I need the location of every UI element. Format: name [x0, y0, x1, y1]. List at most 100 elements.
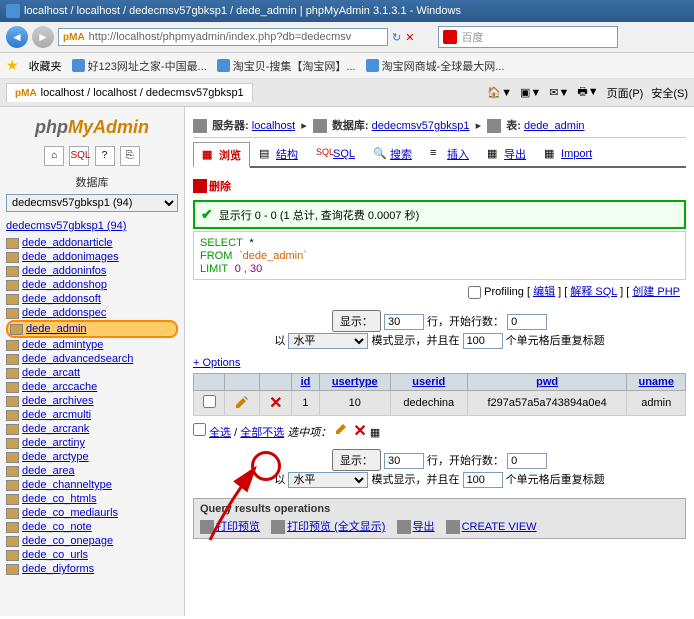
browser-tab[interactable]: pMA localhost / localhost / dedecmsv57gb… — [6, 83, 253, 102]
sidebar-table-item[interactable]: dede_co_note — [6, 520, 178, 534]
database-link[interactable]: dedecmsv57gbksp1 — [372, 120, 470, 132]
sidebar-table-item[interactable]: dede_addonarticle — [6, 236, 178, 250]
start-row-input-bottom[interactable] — [507, 453, 547, 469]
mode-select-bottom[interactable]: 水平 — [288, 472, 368, 488]
fav-item-1[interactable]: 淘宝贝-搜集【淘宝网】... — [217, 58, 356, 74]
sidebar-table-item[interactable]: dede_arcrank — [6, 422, 178, 436]
nav-forward-button[interactable]: ► — [32, 26, 54, 48]
sidebar-table-item[interactable]: dede_co_htmls — [6, 492, 178, 506]
tab-insert[interactable]: ≡插入 — [421, 142, 478, 166]
bulk-export-icon[interactable]: ▦ — [370, 427, 380, 439]
sidebar-table-item[interactable]: dede_arctype — [6, 450, 178, 464]
start-row-input[interactable] — [507, 314, 547, 330]
col-userid[interactable]: userid — [412, 376, 445, 388]
fav-item-2[interactable]: 淘宝网商城-全球最大网... — [366, 58, 505, 74]
sidebar-table-item[interactable]: dede_addonsoft — [6, 292, 178, 306]
browser-tab-bar: pMA localhost / localhost / dedecmsv57gb… — [0, 79, 694, 107]
query-icon[interactable]: ⎘ — [120, 146, 140, 166]
headers-repeat-input-bottom[interactable] — [463, 472, 503, 488]
mail-icon[interactable]: ✉▼ — [549, 86, 569, 99]
select-all-checkbox[interactable] — [193, 423, 206, 436]
table-icon — [6, 280, 19, 291]
col-id[interactable]: id — [301, 376, 311, 388]
print-full-link[interactable]: 打印预览 (全文显示) — [287, 521, 385, 533]
database-link[interactable]: dedecmsv57gbksp1 (94) — [6, 220, 178, 232]
rows-input-bottom[interactable] — [384, 453, 424, 469]
pma-breadcrumb: 服务器: localhost ▸ 数据库: dedecmsv57gbksp1 ▸… — [193, 113, 686, 138]
home-icon[interactable]: 🏠▼ — [487, 86, 512, 99]
tab-sql[interactable]: SQLSQL — [307, 142, 364, 166]
sql-edit-link[interactable]: 编辑 — [533, 286, 555, 298]
mode-select[interactable]: 水平 — [288, 333, 368, 349]
sidebar-table-item[interactable]: dede_area — [6, 464, 178, 478]
docs-icon[interactable]: ? — [95, 146, 115, 166]
favorites-star-icon[interactable]: ★ — [6, 57, 19, 74]
nav-back-button[interactable]: ◄ — [6, 26, 28, 48]
sidebar-table-item[interactable]: dede_admin — [6, 320, 178, 338]
tab-browse[interactable]: ▦浏览 — [193, 142, 250, 168]
col-uname[interactable]: uname — [638, 376, 673, 388]
sidebar-table-item[interactable]: dede_co_onepage — [6, 534, 178, 548]
table-icon — [6, 452, 19, 463]
show-button[interactable]: 显示： — [332, 310, 381, 332]
sidebar-table-item[interactable]: dede_advancedsearch — [6, 352, 178, 366]
print-preview-link[interactable]: 打印预览 — [216, 521, 260, 533]
server-link[interactable]: localhost — [252, 120, 295, 132]
tab-structure[interactable]: ▤结构 — [250, 142, 307, 166]
tab-search[interactable]: 🔍搜索 — [364, 142, 421, 166]
stop-icon[interactable]: ✕ — [405, 31, 414, 44]
table-icon — [6, 508, 19, 519]
profiling-checkbox[interactable] — [468, 286, 481, 299]
pma-tabs: ▦浏览 ▤结构 SQLSQL 🔍搜索 ≡插入 ▦导出 ▦Import — [193, 142, 686, 168]
sql-explain-link[interactable]: 解释 SQL — [570, 286, 617, 298]
url-field[interactable]: pMA http://localhost/phpmyadmin/index.ph… — [58, 28, 388, 46]
unselect-all-link[interactable]: 全部不选 — [240, 427, 284, 439]
row-checkbox[interactable] — [203, 395, 216, 408]
select-all-link[interactable]: 全选 — [209, 427, 231, 439]
sidebar-table-item[interactable]: dede_addonspec — [6, 306, 178, 320]
sql-icon: SQL — [316, 147, 330, 161]
refresh-icon[interactable]: ↻ — [392, 31, 401, 44]
row-delete-icon[interactable]: ✕ — [269, 395, 282, 412]
sidebar-table-item[interactable]: dede_archives — [6, 394, 178, 408]
options-toggle[interactable]: + Options — [193, 357, 686, 369]
rows-input[interactable] — [384, 314, 424, 330]
sidebar-table-item[interactable]: dede_channeltype — [6, 478, 178, 492]
sidebar-table-item[interactable]: dede_addonshop — [6, 278, 178, 292]
sidebar-table-item[interactable]: dede_arcmulti — [6, 408, 178, 422]
feed-icon[interactable]: ▣▼ — [520, 86, 541, 99]
export-link[interactable]: 导出 — [413, 521, 435, 533]
browser-search-box[interactable]: 百度 — [438, 26, 618, 48]
home-icon[interactable]: ⌂ — [44, 146, 64, 166]
create-view-link[interactable]: CREATE VIEW — [462, 521, 537, 533]
sidebar-table-item[interactable]: dede_admintype — [6, 338, 178, 352]
fav-item-0[interactable]: 好123网址之家-中国最... — [72, 58, 207, 74]
col-pwd[interactable]: pwd — [536, 376, 558, 388]
show-button-bottom[interactable]: 显示： — [332, 449, 381, 471]
sidebar-table-item[interactable]: dede_diyforms — [6, 562, 178, 576]
database-select[interactable]: dedecmsv57gbksp1 (94) — [6, 194, 178, 212]
sidebar-table-item[interactable]: dede_arccache — [6, 380, 178, 394]
tab-import[interactable]: ▦Import — [535, 142, 601, 166]
table-link[interactable]: dede_admin — [524, 120, 585, 132]
sql-icon[interactable]: SQL — [69, 146, 89, 166]
sidebar-table-item[interactable]: dede_addoninfos — [6, 264, 178, 278]
sidebar-table-item[interactable]: dede_co_urls — [6, 548, 178, 562]
safety-menu[interactable]: 安全(S) — [651, 85, 688, 101]
table-row: ✕ 1 10 dedechina f297a57a5a743894a0e4 ad… — [194, 391, 686, 416]
ie-icon — [6, 4, 20, 18]
page-menu[interactable]: 页面(P) — [607, 85, 644, 101]
headers-repeat-input[interactable] — [463, 333, 503, 349]
col-usertype[interactable]: usertype — [332, 376, 378, 388]
delete-button[interactable]: 删除 — [193, 178, 231, 194]
sidebar-table-item[interactable]: dede_addonimages — [6, 250, 178, 264]
pencil-icon[interactable] — [334, 420, 350, 436]
sql-createphp-link[interactable]: 创建 PHP — [632, 286, 680, 298]
pencil-edit-icon[interactable] — [234, 394, 250, 410]
print-icon[interactable]: 🖶▼ — [577, 83, 598, 102]
bulk-delete-icon[interactable]: ✕ — [353, 423, 366, 440]
tab-export[interactable]: ▦导出 — [478, 142, 535, 166]
sidebar-table-item[interactable]: dede_co_mediaurls — [6, 506, 178, 520]
sidebar-table-item[interactable]: dede_arcatt — [6, 366, 178, 380]
sidebar-table-item[interactable]: dede_arctiny — [6, 436, 178, 450]
